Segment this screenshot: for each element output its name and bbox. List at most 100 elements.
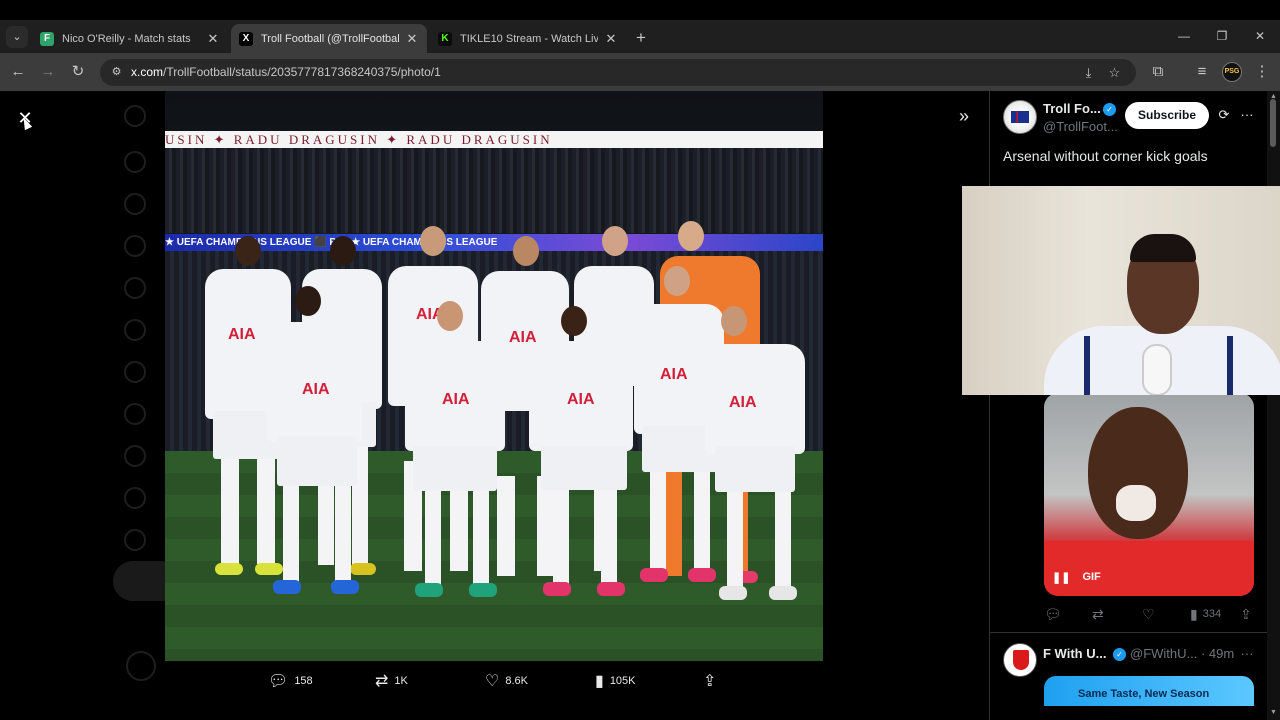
gif-label: GIF — [1082, 571, 1101, 583]
verified-badge-icon: ✓ — [1113, 648, 1126, 661]
share-icon: ⇪ — [1240, 605, 1252, 622]
tab-strip: ⌄ F Nico O'Reilly - Match stats ✕ X Trol… — [0, 20, 1280, 53]
repost-icon: ⇄ — [375, 673, 389, 690]
reload-icon[interactable]: ↻ — [68, 62, 88, 82]
home-icon — [124, 151, 146, 173]
gif-badge[interactable]: ❚❚ GIF — [1052, 567, 1101, 587]
heart-icon: ♡ — [485, 673, 500, 690]
grok-nav-icon — [124, 361, 146, 383]
sponsor-banner: USIN ✦ RADU DRAGUSIN ✦ RADU DRAGUSIN — [165, 131, 823, 148]
repost-button[interactable]: ⇄ 1K — [375, 671, 408, 691]
reply-icon: 💬︎ — [268, 673, 289, 690]
views-button[interactable]: ▮ 105K — [595, 671, 636, 691]
tab-title: Troll Football (@TrollFootball) / — [261, 32, 399, 45]
reply-media-preview[interactable]: Same Taste, New Season — [1044, 676, 1254, 706]
restore-icon[interactable]: ❐ — [1207, 26, 1237, 46]
tab-title: TIKLE10 Stream - Watch Live on — [460, 32, 598, 45]
install-app-icon[interactable]: ⤓ — [1080, 64, 1097, 81]
photo-action-bar: 💬︎ 158 ⇄ 1K ♡ 8.6K ▮ 105K ⇪ — [165, 667, 823, 695]
pause-icon[interactable]: ❚❚ — [1052, 571, 1070, 584]
reply-view-count: 334 — [1202, 608, 1222, 620]
like-count: 8.6K — [505, 675, 528, 687]
reply-gif[interactable]: ❚❚ GIF — [1044, 393, 1254, 596]
more-options-icon[interactable]: ··· — [1239, 106, 1255, 124]
url-text[interactable]: x.com/TrollFootball/status/2035777817368… — [131, 65, 441, 79]
preview-caption: Same Taste, New Season — [1078, 688, 1210, 700]
close-tab-icon[interactable]: ✕ — [206, 31, 220, 47]
x-logo-icon — [124, 105, 146, 127]
extensions-icon[interactable]: ⧉ — [1148, 62, 1168, 82]
reply-button[interactable]: 💬︎ 158 — [268, 671, 313, 691]
reply-repost-button[interactable]: ⇄ — [1092, 604, 1109, 624]
menu-kebab-icon[interactable]: ⋮ — [1252, 62, 1272, 82]
crowd-stand — [165, 148, 823, 233]
fotmob-favicon-icon: F — [40, 31, 54, 46]
url-host: x.com — [131, 65, 164, 79]
f-with-u-avatar[interactable] — [1003, 643, 1037, 677]
back-icon[interactable]: ← — [8, 62, 28, 82]
heart-icon: ♡ — [1142, 605, 1155, 622]
explore-icon — [124, 193, 146, 215]
like-button[interactable]: ♡ 8.6K — [485, 671, 528, 691]
reply-reply-button[interactable]: 💬︎ — [1044, 604, 1067, 624]
messages-icon — [124, 319, 146, 341]
url-path: /TrollFootball/status/203577781736824037… — [163, 65, 441, 79]
share-icon: ⇪ — [703, 673, 717, 690]
notifications-icon — [124, 235, 146, 257]
post-text: Arsenal without corner kick goals — [1003, 148, 1208, 164]
display-name[interactable]: Troll Fo... — [1043, 101, 1101, 116]
browser-toolbar: ← → ↻ ⚙ x.com/TrollFootball/status/20357… — [0, 53, 1280, 91]
share-button[interactable]: ⇪ — [703, 671, 722, 691]
media-controls-icon[interactable]: ≡ — [1192, 62, 1212, 82]
profile-avatar[interactable]: PSG — [1222, 62, 1242, 82]
repost-count: 1K — [394, 675, 408, 687]
tab-troll-football[interactable]: X Troll Football (@TrollFootball) / ✕ — [231, 24, 427, 53]
view-count: 105K — [609, 675, 636, 687]
reply-share-button[interactable]: ⇪ — [1240, 604, 1257, 624]
views-chart-icon: ▮ — [595, 673, 604, 690]
address-bar[interactable]: ⚙ x.com/TrollFootball/status/20357778173… — [100, 59, 1136, 86]
site-info-icon[interactable]: ⚙ — [108, 64, 125, 81]
close-tab-icon[interactable]: ✕ — [604, 31, 618, 47]
reply-views-button[interactable]: ▮ 334 — [1190, 604, 1221, 624]
display-name[interactable]: F With U... — [1043, 646, 1106, 661]
reply-count: 158 — [294, 675, 313, 687]
scroll-down-icon[interactable]: ▼ — [1269, 709, 1278, 716]
scrollbar-thumb[interactable] — [1270, 99, 1276, 147]
screen-top-strip — [0, 0, 1280, 20]
kick-favicon-icon: K — [438, 31, 452, 46]
divider — [990, 632, 1268, 633]
microphone — [1142, 344, 1172, 395]
more-icon — [124, 529, 146, 551]
close-window-icon[interactable]: ✕ — [1245, 26, 1275, 46]
profile-icon — [124, 487, 146, 509]
close-tab-icon[interactable]: ✕ — [405, 31, 419, 47]
repost-icon: ⇄ — [1092, 605, 1104, 622]
new-tab-button[interactable]: + — [631, 28, 651, 48]
reply-like-button[interactable]: ♡ — [1142, 604, 1160, 624]
collapse-panel-icon[interactable]: » — [953, 105, 975, 127]
user-handle-time[interactable]: @FWithU... · 49m — [1130, 646, 1234, 661]
subscribe-button[interactable]: Subscribe — [1125, 102, 1209, 129]
bookmark-star-icon[interactable]: ☆ — [1106, 64, 1123, 81]
tab-search-button[interactable]: ⌄ — [6, 26, 28, 48]
follow-icon — [124, 277, 146, 299]
reply-icon: 💬︎ — [1044, 605, 1062, 622]
led-board: ★ UEFA CHAMPIONS LEAGUE ⬛ PS5 ★ UEFA CHA… — [165, 234, 823, 251]
minimize-icon[interactable]: — — [1169, 26, 1199, 46]
verified-badge-icon: ✓ — [1103, 103, 1116, 116]
user-handle[interactable]: @TrollFoot... — [1043, 119, 1118, 134]
grok-icon[interactable]: ⟳ — [1215, 106, 1233, 124]
tab-match-stats[interactable]: F Nico O'Reilly - Match stats ✕ — [32, 24, 228, 53]
bookmarks-icon — [124, 403, 146, 425]
views-chart-icon: ▮ — [1190, 605, 1198, 622]
x-favicon-icon: X — [239, 31, 253, 46]
webcam-overlay — [962, 186, 1280, 395]
tab-title: Nico O'Reilly - Match stats — [62, 32, 191, 45]
forward-icon[interactable]: → — [38, 62, 58, 82]
premium-icon — [124, 445, 146, 467]
troll-football-avatar[interactable] — [1003, 100, 1037, 134]
more-options-icon[interactable]: ··· — [1239, 646, 1255, 661]
team-photo[interactable]: USIN ✦ RADU DRAGUSIN ✦ RADU DRAGUSIN ★ U… — [165, 91, 823, 661]
tab-kick-stream[interactable]: K TIKLE10 Stream - Watch Live on ✕ — [430, 24, 626, 53]
